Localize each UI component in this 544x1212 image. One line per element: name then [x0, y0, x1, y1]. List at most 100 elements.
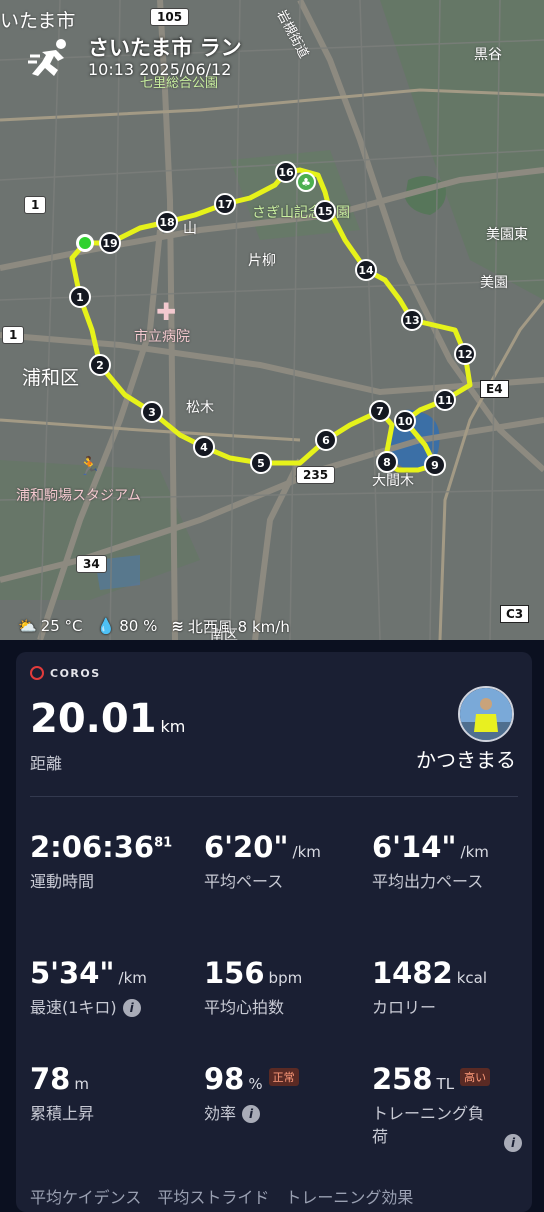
road-shield: 1	[2, 326, 25, 344]
distance-unit: km	[160, 717, 186, 736]
metric-unit: /km	[460, 843, 489, 861]
route-marker: 9	[424, 454, 446, 476]
park-icon: ♣	[296, 172, 316, 192]
humidity-icon: 💧	[96, 617, 116, 635]
metric-unit: bpm	[268, 969, 303, 987]
start-marker	[76, 234, 94, 252]
activity-title: さいたま市 ラン	[88, 36, 242, 60]
map-label-city: いたま市	[0, 10, 76, 32]
metric-value: 6'20"	[204, 830, 289, 864]
stadium-icon: 🏃	[78, 456, 101, 477]
metric-label: 運動時間	[30, 872, 95, 891]
status-badge: 正常	[268, 1068, 299, 1086]
next-row-cutoff: 平均ケイデンス 平均ストライド トレーニング効果	[30, 1188, 414, 1207]
map-canvas	[0, 0, 544, 640]
route-marker: 3	[141, 401, 163, 423]
road-shield: 105	[150, 8, 190, 26]
metric-elevation-gain: 78 m 累積上昇	[30, 1062, 195, 1125]
temperature-value: 25 °C	[40, 617, 83, 635]
metric-fastest-km: 5'34"/km 最速(1キロ) i	[30, 956, 195, 1019]
route-marker: 16	[275, 161, 297, 183]
metric-value: 258	[372, 1062, 433, 1096]
map-label-district: 大間木	[372, 473, 414, 489]
route-marker: 12	[454, 343, 476, 365]
map-label-district: 松木	[186, 400, 214, 416]
metric-unit: %	[248, 1075, 263, 1093]
route-map[interactable]: いたま市 七里総合公園 岩槻街道 黒谷 さぎ山記念公園 片柳 山 市立病院 浦和…	[0, 0, 544, 640]
metric-efficiency: 98% 正常 効率 i	[204, 1062, 369, 1125]
metric-label: 累積上昇	[30, 1104, 95, 1123]
metric-value: 6'14"	[372, 830, 457, 864]
road-shield: 34	[76, 555, 107, 573]
route-marker: 10	[394, 410, 416, 432]
metric-unit: /km	[118, 969, 147, 987]
metric-label: 平均ペース	[204, 872, 284, 891]
route-marker: 6	[315, 429, 337, 451]
metric-unit: kcal	[456, 969, 488, 987]
route-marker: 5	[250, 452, 272, 474]
map-label-district: 美園東	[486, 227, 528, 243]
metric-value: 78	[30, 1062, 71, 1096]
metric-avg-heart-rate: 156 bpm 平均心拍数	[204, 956, 369, 1019]
metric-unit: m	[74, 1075, 89, 1093]
distance-value: 20.01 km	[30, 696, 185, 742]
route-marker: 13	[401, 309, 423, 331]
metric-unit: /km	[292, 843, 321, 861]
route-marker: 2	[89, 354, 111, 376]
route-marker: 11	[434, 389, 456, 411]
info-icon[interactable]: i	[122, 999, 141, 1017]
metric-value: 2:06:36	[30, 830, 155, 864]
metric-label: 平均出力ペース	[372, 872, 484, 891]
map-label-district: 美園	[480, 275, 508, 291]
road-shield: 235	[296, 466, 336, 484]
info-icon[interactable]: i	[504, 1134, 522, 1152]
map-label-hospital: 市立病院	[134, 329, 190, 345]
username[interactable]: かつきまる	[416, 744, 516, 773]
map-label-district: 山	[183, 221, 197, 237]
route-marker: 19	[99, 232, 121, 254]
route-marker: 18	[156, 211, 178, 233]
route-marker: 15	[314, 200, 336, 222]
metric-centiseconds: 81	[154, 835, 173, 851]
route-marker: 14	[355, 259, 377, 281]
route-marker: 4	[193, 436, 215, 458]
map-label-ward: 浦和区	[22, 367, 80, 389]
distance-label: 距離	[30, 754, 63, 773]
metric-unit: TL	[436, 1075, 455, 1093]
stats-card: COROS 20.01 km 距離 かつきまる 2:06:3681 運動時間 6'…	[16, 652, 532, 1212]
metric-label: カロリー	[372, 998, 437, 1017]
metric-label: トレーニング負荷	[372, 1104, 485, 1146]
highway-shield: C3	[500, 605, 530, 623]
wind-value: 北西風 8 km/h	[187, 617, 290, 636]
weather-strip: ⛅ 25 °C 💧 80 % ≋ 北西風 8 km/h	[0, 612, 294, 640]
map-label-stadium: 浦和駒場スタジアム	[16, 488, 142, 504]
route-marker: 8	[376, 451, 398, 473]
metric-avg-power-pace: 6'14"/km 平均出力ペース	[372, 830, 522, 893]
map-label-district: 黒谷	[474, 47, 502, 63]
metric-calories: 1482 kcal カロリー	[372, 956, 522, 1019]
route-marker: 7	[369, 400, 391, 422]
metric-label: 効率	[204, 1104, 237, 1123]
metric-avg-pace: 6'20"/km 平均ペース	[204, 830, 369, 893]
partly-cloudy-icon: ⛅	[18, 617, 37, 635]
metric-label: 最速(1キロ)	[30, 998, 117, 1017]
status-badge: 高い	[460, 1068, 491, 1086]
brand-name: COROS	[50, 666, 101, 680]
hospital-icon: ✚	[156, 298, 177, 326]
highway-shield: E4	[480, 380, 509, 398]
map-label-district: 片柳	[248, 253, 276, 269]
route-marker: 17	[214, 193, 236, 215]
activity-datetime: 10:13 2025/06/12	[88, 60, 232, 79]
coros-logo-icon	[30, 666, 44, 680]
brand-logo: COROS	[30, 666, 101, 680]
avatar[interactable]	[458, 686, 514, 742]
metric-value: 5'34"	[30, 956, 115, 990]
metric-value: 1482	[372, 956, 453, 990]
metric-label: 平均心拍数	[204, 998, 285, 1017]
metric-value: 156	[204, 956, 265, 990]
road-shield: 1	[24, 196, 47, 214]
metric-value: 98	[204, 1062, 245, 1096]
metric-duration: 2:06:3681 運動時間	[30, 830, 195, 893]
info-icon[interactable]: i	[242, 1105, 261, 1123]
route-marker: 1	[69, 286, 91, 308]
